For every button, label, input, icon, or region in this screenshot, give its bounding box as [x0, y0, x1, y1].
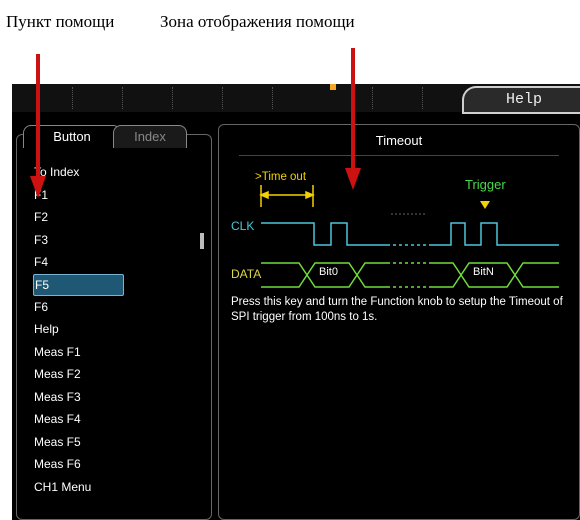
trigger-arrow-icon [480, 201, 490, 209]
list-item-to-index[interactable]: To Index [33, 161, 203, 184]
tab-button[interactable]: Button [23, 125, 121, 148]
clk-waveform [261, 222, 387, 246]
list-item-meas-f4[interactable]: Meas F4 [33, 408, 203, 431]
help-tab[interactable]: Help [462, 86, 580, 114]
list-item-f5[interactable]: F5 [33, 273, 124, 296]
spi-timing-diagram [259, 185, 559, 288]
list-item-f2[interactable]: F2 [33, 206, 203, 229]
callout-help-display-area: Зона отображения помощи [160, 12, 355, 31]
list-item-f3[interactable]: F3 [33, 229, 203, 252]
list-item-meas-f5[interactable]: Meas F5 [33, 431, 203, 454]
list-item-f6[interactable]: F6 [33, 296, 203, 319]
top-status-strip: Help [12, 84, 580, 114]
help-item-list: To Index F1 F2 F3 F4 F5 F6 Help Meas F1 … [33, 161, 203, 498]
list-item-f4[interactable]: F4 [33, 251, 203, 274]
tab-index[interactable]: Index [113, 125, 187, 148]
bitn-label: BitN [473, 266, 494, 278]
timeout-interval-marker [259, 185, 315, 207]
data-waveform [261, 262, 559, 288]
callout-help-item: Пункт помощи [6, 12, 115, 31]
help-display-panel: Timeout >Time out Trigger CLK DATA Bit0 … [218, 124, 580, 520]
list-item-meas-f1[interactable]: Meas F1 [33, 341, 203, 364]
trigger-label: Trigger [465, 177, 506, 192]
bit0-label: Bit0 [319, 266, 338, 278]
oscilloscope-screen: Help Button Index To Index F1 F2 F3 F4 F… [12, 84, 580, 520]
trigger-position-marker-icon [330, 84, 336, 90]
list-item-meas-f3[interactable]: Meas F3 [33, 386, 203, 409]
help-item-panel: Button Index To Index F1 F2 F3 F4 F5 F6 … [16, 125, 212, 520]
list-item-f1[interactable]: F1 [33, 184, 203, 207]
data-label: DATA [231, 267, 262, 281]
list-item-ch1-menu[interactable]: CH1 Menu [33, 476, 203, 499]
help-description: Press this key and turn the Function kno… [231, 296, 563, 323]
list-item-help[interactable]: Help [33, 318, 203, 341]
list-scrollbar[interactable] [200, 233, 204, 249]
timeout-label: >Time out [255, 171, 307, 183]
clk-label: CLK [231, 219, 255, 233]
list-item-meas-f6[interactable]: Meas F6 [33, 453, 203, 476]
list-item-meas-f2[interactable]: Meas F2 [33, 363, 203, 386]
